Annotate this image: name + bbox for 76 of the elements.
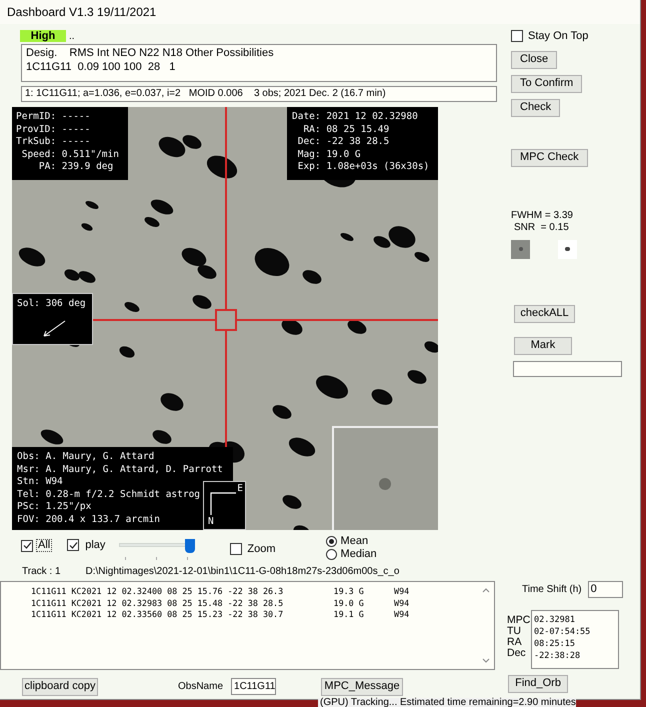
psf-thumbnail xyxy=(558,240,577,258)
overlay-text: RA: 08 25 15.49 xyxy=(302,124,390,136)
action-button[interactable]: Check xyxy=(511,98,560,116)
observation-line: 1C11G11 KC2021 12 02.33560 08 25 15.23 -22 38 30.7 19.1 G W94 xyxy=(31,609,410,620)
target-blob xyxy=(379,478,391,490)
track-label: Track : 1 xyxy=(22,564,61,578)
stamp-thumbnail xyxy=(511,240,530,258)
overlay-text: Mag: 19.0 G xyxy=(296,148,361,161)
priority-badge: High xyxy=(20,30,66,42)
sol-text: Sol: 306 deg xyxy=(17,298,87,310)
file-path: D:\Nightimages\2021-12-01\bin1\1C11-G-08h18m27s-23d06m00s_c_o xyxy=(86,564,400,578)
mpc-label: TU xyxy=(507,626,522,637)
compass-icon xyxy=(210,492,236,516)
mark-input[interactable] xyxy=(513,360,622,376)
designation-line: 1C11G11 0.09 100 100 28 1 xyxy=(26,60,176,74)
checkbox[interactable] xyxy=(21,540,33,552)
observation-line: 1C11G11 KC2021 12 02.32400 08 25 15.76 -22 38 26.3 19.3 G W94 xyxy=(31,586,410,598)
mpc-label: MPC xyxy=(507,615,531,626)
overlay-text: Dec: -22 38 28.5 xyxy=(296,136,390,148)
overlay-text: Tel: 0.28-m f/2.2 Schmidt astrog xyxy=(17,488,200,501)
radio-button[interactable] xyxy=(326,536,337,547)
window-title: Dashboard V1.3 19/11/2021 xyxy=(0,0,640,24)
mpc-message-button[interactable]: MPC_Message xyxy=(321,678,404,696)
obsname-label: ObsName xyxy=(178,680,224,694)
overlay-text: Speed: 0.511"/min xyxy=(20,148,119,161)
mpc-label: Dec xyxy=(507,648,527,659)
action-button[interactable]: Close xyxy=(511,50,558,68)
background-status-text: (GPU) Tracking... Estimated time remaining=2.90 minutes xyxy=(318,698,576,707)
overlay-text: TrkSub: ----- xyxy=(16,136,90,148)
action-button[interactable]: To Confirm xyxy=(511,74,582,92)
priority-suffix: .. xyxy=(69,32,75,42)
overlay-text: FOV: 200.4 x 133.7 arcmin xyxy=(17,514,160,526)
snr-text: SNR = 0.15 xyxy=(514,222,569,234)
play-label: play xyxy=(85,540,106,550)
zoom-label: Zoom xyxy=(247,544,276,554)
mpc-label: RA xyxy=(507,637,523,648)
overlay-text: PSc: 1.25"/px xyxy=(17,501,92,514)
radio-label: Mean xyxy=(340,536,368,547)
clipboard-copy-button[interactable]: clipboard copy xyxy=(22,678,98,696)
stay-on-top-label: Stay On Top xyxy=(528,29,588,44)
orbit-summary: 1: 1C11G11; a=1.036, e=0.037, i=2 MOID 0.006 3 obs; 2021 Dec. 2 (16.7 min) xyxy=(21,86,497,102)
compass-east: E xyxy=(237,483,243,496)
fwhm-text: FWHM = 3.39 xyxy=(511,210,573,222)
mark-button[interactable]: Mark xyxy=(514,336,572,354)
overlay-text: Exp: 1.08e+03s (36x30s) xyxy=(296,161,430,174)
obsname-field[interactable]: 1C11G11 xyxy=(231,678,276,695)
compass-north: N xyxy=(208,516,214,528)
time-shift-field[interactable]: 0 xyxy=(588,581,623,598)
time-shift-label: Time Shift (h) xyxy=(522,583,582,597)
mpc-value: 02-07:54:55 xyxy=(534,626,592,638)
scroll-up-icon[interactable] xyxy=(482,588,490,593)
overlay-text: ProvID: ----- xyxy=(16,124,90,136)
mpc-value: -22:38:28 xyxy=(534,650,582,662)
target-marker xyxy=(215,309,237,331)
checkbox[interactable] xyxy=(67,539,80,551)
overlay-text: PermID: ----- xyxy=(16,111,90,124)
checkbox[interactable] xyxy=(230,543,242,555)
overlay-text: Stn: W94 xyxy=(17,476,63,488)
overlay-text: PA: 239.9 deg xyxy=(38,161,114,174)
overlay-text: Msr: A. Maury, G. Attard, D. Parrott xyxy=(17,464,223,476)
overlay-text: Obs: A. Maury, G. Attard xyxy=(17,451,154,464)
designation-line: Desig. RMS Int NEO N22 N18 Other Possibilities xyxy=(26,46,275,60)
radio-button[interactable] xyxy=(326,549,337,560)
all-label: All xyxy=(36,539,52,552)
find-orb-button[interactable]: Find_Orb xyxy=(508,674,568,692)
overlay-text: Date: 2021 12 02.32980 xyxy=(292,111,418,124)
arrow-icon xyxy=(42,320,66,338)
check-all-button[interactable]: checkALL xyxy=(514,304,575,322)
scroll-down-icon[interactable] xyxy=(482,658,490,663)
slider-thumb[interactable] xyxy=(184,539,195,553)
radio-label: Median xyxy=(340,549,377,560)
observation-line: 1C11G11 KC2021 12 02.32983 08 25 15.48 -22 38 28.5 19.0 G W94 xyxy=(31,598,410,609)
checkbox[interactable] xyxy=(511,30,523,42)
mpc-value: 08:25:15 xyxy=(534,638,576,650)
mpc-check-button[interactable]: MPC Check xyxy=(511,148,588,166)
mpc-value: 02.32981 xyxy=(534,614,576,626)
